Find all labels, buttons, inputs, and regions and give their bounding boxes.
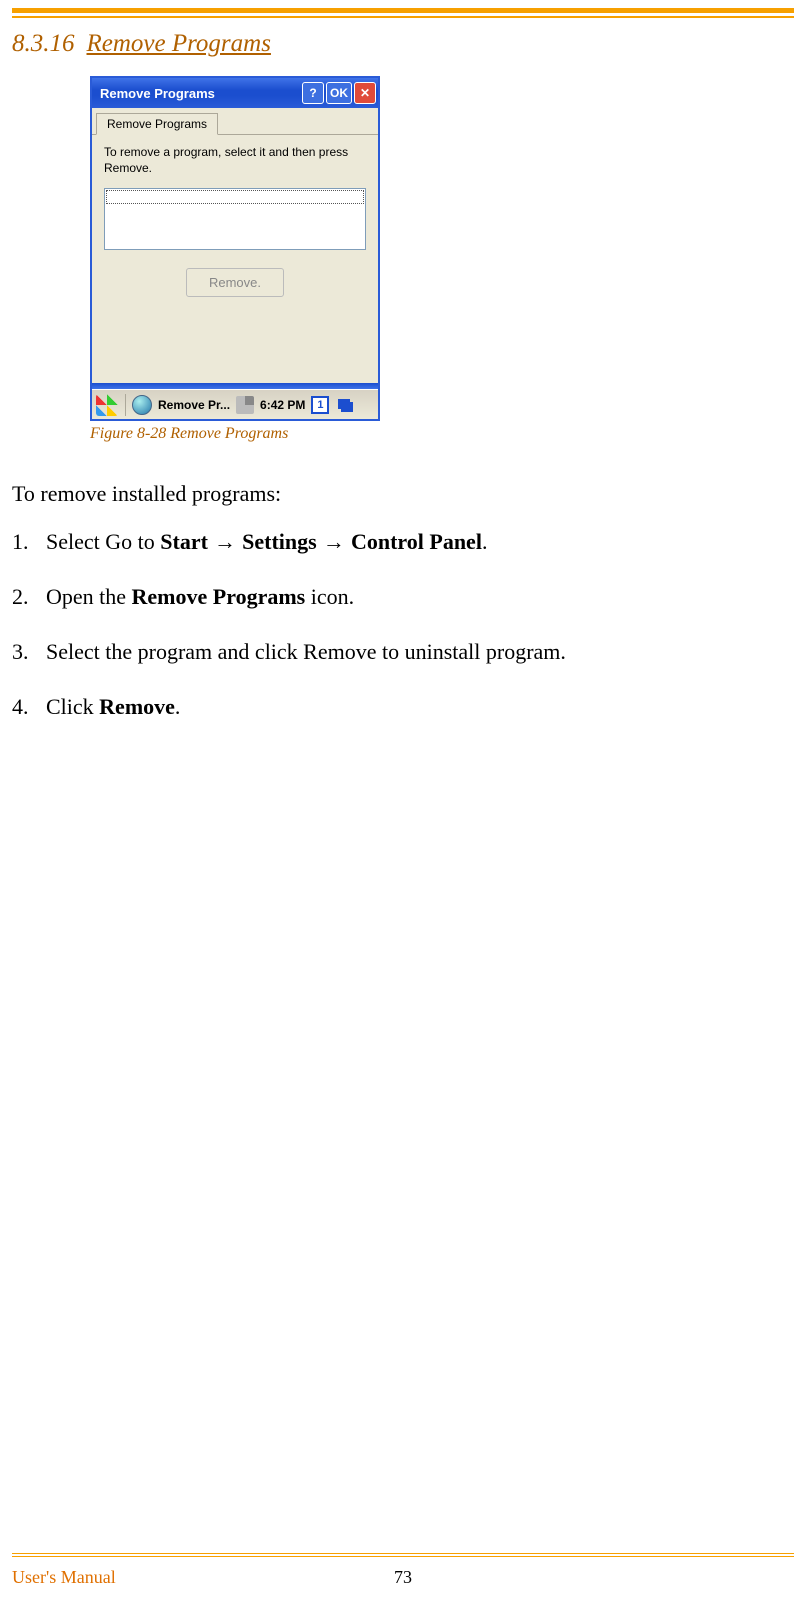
step-text: .: [482, 529, 488, 554]
page-number: 73: [12, 1567, 794, 1588]
step-text: .: [175, 694, 181, 719]
close-button[interactable]: ✕: [354, 82, 376, 104]
footer-rule: [12, 1553, 794, 1557]
panel: To remove a program, select it and then …: [92, 135, 378, 383]
arrow-icon: →: [317, 529, 351, 554]
taskbar-app-label[interactable]: Remove Pr...: [158, 398, 230, 412]
window-title: Remove Programs: [100, 86, 300, 101]
globe-icon[interactable]: [132, 395, 152, 415]
step-4: 4. Click Remove.: [12, 690, 794, 723]
section-heading: 8.3.16 Remove Programs: [12, 30, 794, 58]
step-text: icon.: [305, 584, 354, 609]
windows-stack-icon[interactable]: [335, 396, 353, 414]
step-body: Click Remove.: [46, 690, 794, 723]
panel-instruction: To remove a program, select it and then …: [104, 145, 366, 176]
step-number: 4.: [12, 690, 46, 723]
start-icon[interactable]: [96, 394, 118, 416]
taskbar-separator: [125, 394, 126, 416]
step-body: Select the program and click Remove to u…: [46, 635, 794, 668]
step-text: Click: [46, 694, 99, 719]
remove-button[interactable]: Remove.: [186, 268, 284, 297]
step-body: Open the Remove Programs icon.: [46, 580, 794, 613]
step-text: Open the: [46, 584, 132, 609]
program-listbox[interactable]: [104, 188, 366, 250]
tab-row: Remove Programs: [92, 108, 378, 135]
heading-title: Remove Programs: [87, 30, 271, 57]
input-indicator-icon[interactable]: 1: [311, 396, 329, 414]
taskbar-time: 6:42 PM: [260, 398, 305, 412]
step-bold: Remove: [99, 694, 175, 719]
step-1: 1. Select Go to Start → Settings → Contr…: [12, 525, 794, 558]
titlebar: Remove Programs ? OK ✕: [92, 78, 378, 108]
intro-text: To remove installed programs:: [12, 481, 794, 507]
step-number: 2.: [12, 580, 46, 613]
help-button[interactable]: ?: [302, 82, 324, 104]
step-bold: Start: [160, 529, 208, 554]
heading-number: 8.3.16: [12, 30, 75, 57]
ok-button[interactable]: OK: [326, 82, 352, 104]
speaker-icon[interactable]: [236, 396, 254, 414]
step-3: 3. Select the program and click Remove t…: [12, 635, 794, 668]
step-number: 1.: [12, 525, 46, 558]
taskbar: Remove Pr... 6:42 PM 1: [92, 389, 378, 419]
step-2: 2. Open the Remove Programs icon.: [12, 580, 794, 613]
tab-remove-programs[interactable]: Remove Programs: [96, 113, 218, 135]
top-rule: [12, 8, 794, 18]
steps-list: 1. Select Go to Start → Settings → Contr…: [12, 525, 794, 723]
step-body: Select Go to Start → Settings → Control …: [46, 525, 794, 558]
step-bold: Remove Programs: [132, 584, 306, 609]
arrow-icon: →: [208, 529, 242, 554]
page-footer: User's Manual 73: [12, 1553, 794, 1588]
step-bold: Settings: [242, 529, 317, 554]
figure-caption: Figure 8-28 Remove Programs: [90, 425, 794, 443]
window: Remove Programs ? OK ✕ Remove Programs T…: [90, 76, 380, 421]
screenshot-figure: Remove Programs ? OK ✕ Remove Programs T…: [90, 76, 794, 443]
step-bold: Control Panel: [351, 529, 482, 554]
step-number: 3.: [12, 635, 46, 668]
step-text: Select Go to: [46, 529, 160, 554]
list-selection: [106, 190, 364, 204]
